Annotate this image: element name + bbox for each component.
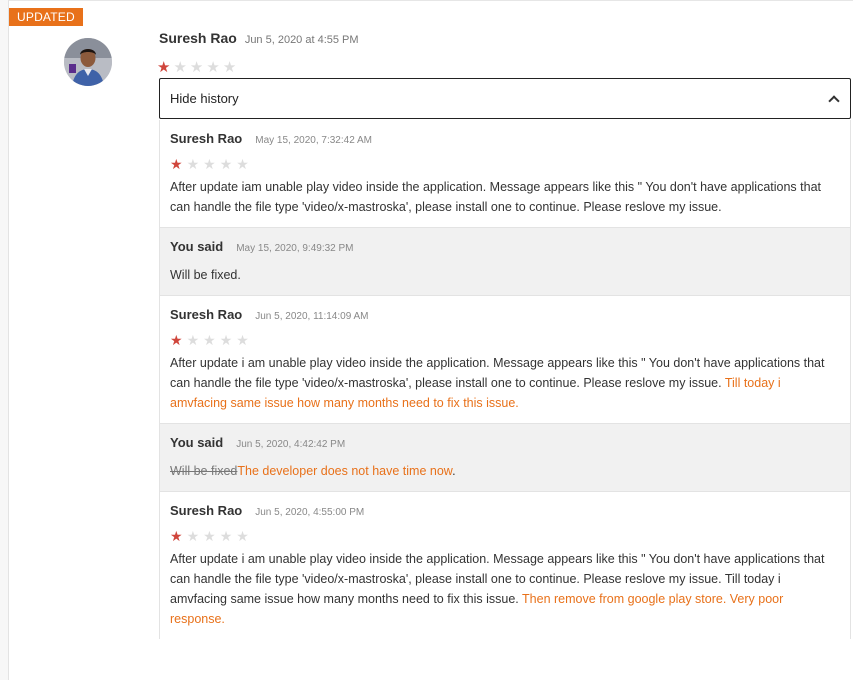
review-date: Jun 5, 2020 at 4:55 PM xyxy=(244,34,359,46)
entry-date: Jun 5, 2020, 4:42:42 PM xyxy=(236,439,346,450)
entry-date: Jun 5, 2020, 11:14:09 AM xyxy=(255,311,369,322)
star-empty-icon: ★ xyxy=(173,59,187,76)
star-empty-icon: ★ xyxy=(203,528,216,544)
entry-date: Jun 5, 2020, 4:55:00 PM xyxy=(255,507,365,518)
star-filled-icon: ★ xyxy=(170,528,183,544)
star-empty-icon: ★ xyxy=(206,59,220,76)
star-empty-icon: ★ xyxy=(186,156,200,172)
entry-date: May 15, 2020, 9:49:32 PM xyxy=(236,243,354,254)
entry-text-added: The developer does not have time now xyxy=(237,464,453,478)
entry-rating: ★ ★ ★ ★ ★ xyxy=(170,333,840,351)
entry-text: After update iam unable play video insid… xyxy=(170,177,840,217)
star-empty-icon: ★ xyxy=(219,156,233,172)
hide-history-label: Hide history xyxy=(170,91,239,106)
history-entry-review: Suresh Rao Jun 5, 2020, 4:55:00 PM ★ ★ ★… xyxy=(160,492,850,639)
entry-author: You said xyxy=(170,239,224,254)
entry-text-body: Will be fixed. xyxy=(170,268,241,282)
avatar-image xyxy=(64,38,112,86)
star-empty-icon: ★ xyxy=(219,332,233,348)
star-empty-icon: ★ xyxy=(236,332,249,348)
star-empty-icon: ★ xyxy=(186,332,200,348)
star-empty-icon: ★ xyxy=(236,528,249,544)
star-empty-icon: ★ xyxy=(186,528,200,544)
star-filled-icon: ★ xyxy=(170,156,183,172)
entry-text-removed: Will be fixed xyxy=(170,464,238,478)
star-filled-icon: ★ xyxy=(170,332,183,348)
entry-text: After update i am unable play video insi… xyxy=(170,549,840,629)
entry-author: Suresh Rao xyxy=(170,131,243,146)
history-entry-reply: You said May 15, 2020, 9:49:32 PM Will b… xyxy=(160,228,850,296)
history-entry-reply: You said Jun 5, 2020, 4:42:42 PM Will be… xyxy=(160,424,850,492)
updated-badge: UPDATED xyxy=(9,8,83,26)
entry-rating: ★ ★ ★ ★ ★ xyxy=(170,157,840,175)
chevron-up-icon xyxy=(828,94,840,107)
entry-text: Will be fixed. xyxy=(170,265,840,285)
star-empty-icon: ★ xyxy=(203,332,216,348)
star-empty-icon: ★ xyxy=(189,59,204,76)
review-header: Suresh Rao Jun 5, 2020 at 4:55 PM xyxy=(159,30,359,46)
star-empty-icon: ★ xyxy=(236,156,249,172)
entry-text-tail: . xyxy=(452,464,456,478)
entry-rating: ★ ★ ★ ★ ★ xyxy=(170,529,840,547)
history-entry-review: Suresh Rao Jun 5, 2020, 11:14:09 AM ★ ★ … xyxy=(160,296,850,424)
review-card: UPDATED Suresh Rao Jun 5, 2020 at 4:55 P… xyxy=(9,0,853,680)
hide-history-button[interactable]: Hide history xyxy=(159,78,851,119)
star-empty-icon: ★ xyxy=(222,59,237,76)
entry-text: Will be fixedThe developer does not have… xyxy=(170,461,840,481)
review-rating: ★ ★ ★ ★ ★ xyxy=(157,60,239,75)
entry-author: You said xyxy=(170,435,224,450)
star-empty-icon: ★ xyxy=(203,156,216,172)
entry-author: Suresh Rao xyxy=(170,503,243,518)
entry-text-body: After update iam unable play video insid… xyxy=(170,180,822,214)
avatar xyxy=(64,38,112,86)
entry-date: May 15, 2020, 7:32:42 AM xyxy=(255,135,372,146)
star-filled-icon: ★ xyxy=(157,59,171,76)
history-list: Suresh Rao May 15, 2020, 7:32:42 AM ★ ★ … xyxy=(159,120,851,639)
entry-text: After update i am unable play video insi… xyxy=(170,353,840,413)
entry-author: Suresh Rao xyxy=(170,307,243,322)
review-author: Suresh Rao xyxy=(159,30,237,46)
history-entry-review: Suresh Rao May 15, 2020, 7:32:42 AM ★ ★ … xyxy=(160,120,850,228)
star-empty-icon: ★ xyxy=(219,528,233,544)
